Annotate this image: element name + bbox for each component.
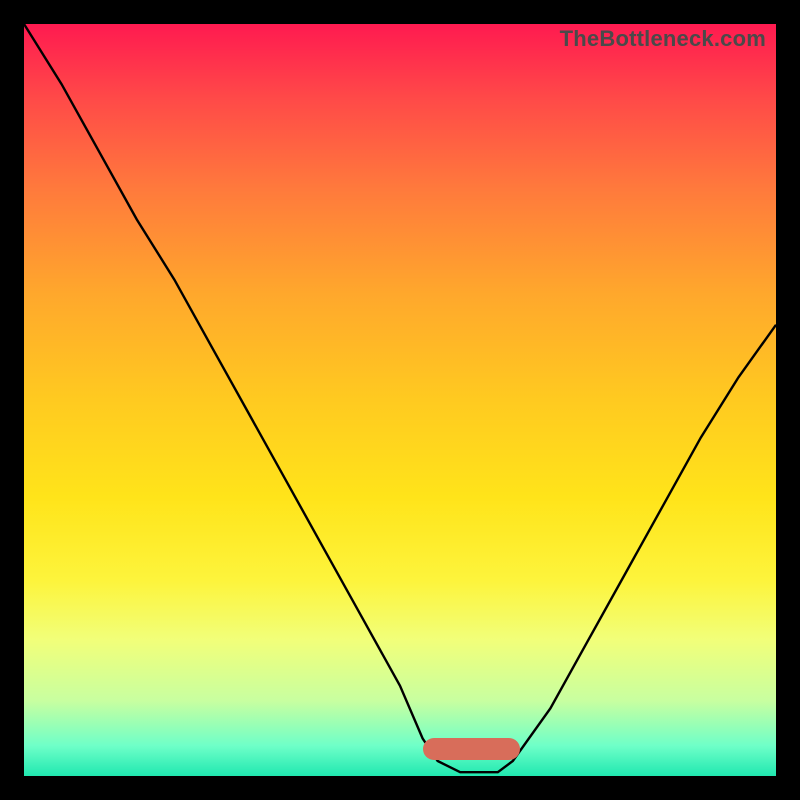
valley-floor-marker: [423, 738, 521, 760]
gradient-plot-area: TheBottleneck.com: [24, 24, 776, 776]
bottleneck-curve: [24, 24, 776, 776]
